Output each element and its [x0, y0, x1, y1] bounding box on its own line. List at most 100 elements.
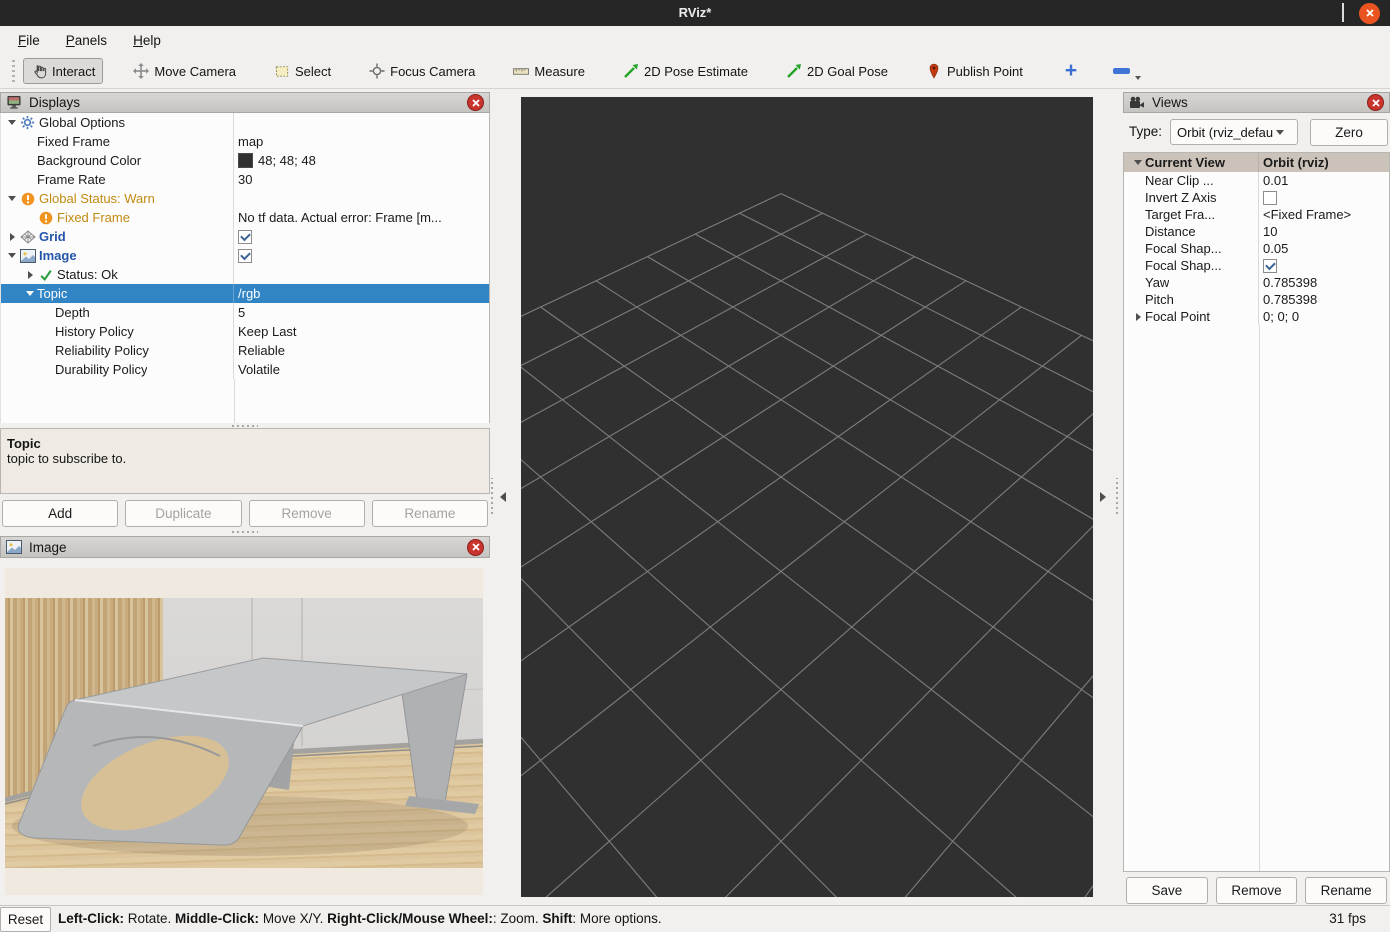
- close-icon[interactable]: [467, 94, 484, 111]
- displays-panel-header[interactable]: Displays: [0, 92, 490, 113]
- views-row-focal-point[interactable]: Focal Point0; 0; 0: [1124, 308, 1389, 325]
- views-row-target-fra[interactable]: Target Fra...<Fixed Frame>: [1124, 206, 1389, 223]
- tool-measure[interactable]: Measure: [505, 58, 593, 84]
- expander-down-icon[interactable]: [1131, 160, 1145, 165]
- tool-focus-camera[interactable]: Focus Camera: [361, 58, 483, 84]
- tool-select[interactable]: Select: [266, 58, 339, 84]
- expander-down-icon[interactable]: [23, 291, 37, 296]
- description-body: topic to subscribe to.: [7, 451, 483, 466]
- displays-row-background-color[interactable]: Background Color48; 48; 48: [1, 151, 489, 170]
- toolbar-grip-icon[interactable]: [12, 60, 15, 82]
- views-row-focal-shap[interactable]: Focal Shap...: [1124, 257, 1389, 274]
- tool-publish-point[interactable]: Publish Point: [918, 58, 1031, 84]
- property-label: Near Clip ...: [1145, 173, 1214, 188]
- property-label: Status: Ok: [57, 267, 118, 282]
- displays-row-fixed-frame[interactable]: Fixed Framemap: [1, 132, 489, 151]
- reset-button[interactable]: Reset: [0, 907, 51, 932]
- expander-right-icon[interactable]: [5, 233, 19, 241]
- expander-down-icon[interactable]: [5, 120, 19, 125]
- menu-file[interactable]: File: [8, 33, 50, 48]
- view-type-dropdown[interactable]: Orbit (rviz_defau: [1170, 119, 1298, 145]
- checkbox-unchecked[interactable]: [1263, 191, 1277, 205]
- expander-right-icon[interactable]: [23, 271, 37, 279]
- property-value: Reliable: [238, 343, 285, 358]
- splitter-handle[interactable]: [1116, 478, 1118, 514]
- collapse-left-arrow-icon[interactable]: [500, 492, 506, 502]
- splitter-handle[interactable]: [491, 478, 493, 514]
- tool-2d-goal-pose[interactable]: 2D Goal Pose: [778, 58, 896, 84]
- window-maximize-button[interactable]: [1342, 4, 1344, 22]
- displays-row-reliability-policy[interactable]: Reliability PolicyReliable: [1, 341, 489, 360]
- chevron-down-icon: [1276, 130, 1284, 135]
- menu-help[interactable]: Help: [123, 33, 171, 48]
- property-label: Invert Z Axis: [1145, 190, 1217, 205]
- image-panel-header[interactable]: Image: [0, 536, 490, 558]
- grid-icon: [19, 230, 36, 244]
- displays-row-frame-rate[interactable]: Frame Rate30: [1, 170, 489, 189]
- tool-buttons: Interact Move Camera Select Focus Camera Mea…: [23, 58, 1053, 84]
- rename-button[interactable]: Rename: [372, 500, 488, 527]
- displays-row-global-options[interactable]: Global Options: [1, 113, 489, 132]
- expander-down-icon[interactable]: [5, 253, 19, 258]
- move-icon: [133, 63, 149, 79]
- views-row-invert-z-axis[interactable]: Invert Z Axis: [1124, 189, 1389, 206]
- rename-view-button[interactable]: Rename: [1305, 877, 1387, 904]
- zero-button[interactable]: Zero: [1310, 119, 1388, 146]
- add-tool-button[interactable]: +: [1059, 62, 1083, 80]
- displays-row-status-ok[interactable]: Status: Ok: [1, 265, 489, 284]
- displays-row-durability-policy[interactable]: Durability PolicyVolatile: [1, 360, 489, 379]
- views-row-yaw[interactable]: Yaw0.785398: [1124, 274, 1389, 291]
- property-label: Pitch: [1145, 292, 1174, 307]
- remove-tool-button[interactable]: [1109, 62, 1134, 80]
- property-label: Depth: [55, 305, 90, 320]
- tool-label: Interact: [52, 64, 95, 79]
- pose-arrow-icon: [623, 63, 639, 79]
- hint-text: Left-Click:: [58, 911, 124, 926]
- displays-row-fixed-frame[interactable]: Fixed FrameNo tf data. Actual error: Fra…: [1, 208, 489, 227]
- displays-row-global-status-warn[interactable]: Global Status: Warn: [1, 189, 489, 208]
- close-icon[interactable]: [467, 539, 484, 556]
- hint-text: Middle-Click:: [175, 911, 259, 926]
- property-value: 5: [238, 305, 245, 320]
- views-row-focal-shap[interactable]: Focal Shap...0.05: [1124, 240, 1389, 257]
- expander-right-icon[interactable]: [1131, 313, 1145, 321]
- property-label: Grid: [39, 229, 66, 244]
- checkbox-checked[interactable]: [238, 249, 252, 263]
- displays-row-grid[interactable]: Grid: [1, 227, 489, 246]
- checkbox-checked[interactable]: [238, 230, 252, 244]
- views-row-current-view[interactable]: Current ViewOrbit (rviz): [1124, 153, 1389, 172]
- render-viewport-3d[interactable]: [521, 97, 1093, 897]
- add-button[interactable]: Add: [2, 500, 118, 527]
- collapse-right-arrow-icon[interactable]: [1100, 492, 1106, 502]
- displays-row-history-policy[interactable]: History PolicyKeep Last: [1, 322, 489, 341]
- tool-2d-pose-estimate[interactable]: 2D Pose Estimate: [615, 58, 756, 84]
- views-row-pitch[interactable]: Pitch0.785398: [1124, 291, 1389, 308]
- save-view-button[interactable]: Save: [1126, 877, 1208, 904]
- views-row-near-clip[interactable]: Near Clip ...0.01: [1124, 172, 1389, 189]
- property-value: 0.785398: [1263, 275, 1317, 290]
- remove-view-button[interactable]: Remove: [1216, 877, 1298, 904]
- image-letterbox: [5, 568, 483, 895]
- displays-panel-title: Displays: [29, 95, 80, 110]
- property-description: Topic topic to subscribe to.: [0, 428, 490, 494]
- views-row-distance[interactable]: Distance10: [1124, 223, 1389, 240]
- splitter-handle[interactable]: [232, 531, 258, 533]
- statusbar: Reset Left-Click: Rotate. Middle-Click: …: [0, 905, 1390, 932]
- property-label: Frame Rate: [37, 172, 106, 187]
- property-label: History Policy: [55, 324, 134, 339]
- warn-icon: [19, 192, 36, 206]
- displays-row-depth[interactable]: Depth 5: [1, 303, 489, 322]
- remove-button[interactable]: Remove: [249, 500, 365, 527]
- duplicate-button[interactable]: Duplicate: [125, 500, 241, 527]
- displays-row-image[interactable]: Image: [1, 246, 489, 265]
- checkbox-checked[interactable]: [1263, 259, 1277, 273]
- menu-panels[interactable]: Panels: [56, 33, 117, 48]
- window-close-button[interactable]: [1359, 3, 1380, 24]
- views-panel-header[interactable]: Views: [1123, 92, 1390, 113]
- splitter-handle[interactable]: [232, 425, 258, 427]
- displays-row-topic[interactable]: Topic/rgb: [1, 284, 489, 303]
- expander-down-icon[interactable]: [5, 196, 19, 201]
- tool-interact[interactable]: Interact: [23, 58, 103, 84]
- close-icon[interactable]: [1367, 94, 1384, 111]
- tool-move-camera[interactable]: Move Camera: [125, 58, 244, 84]
